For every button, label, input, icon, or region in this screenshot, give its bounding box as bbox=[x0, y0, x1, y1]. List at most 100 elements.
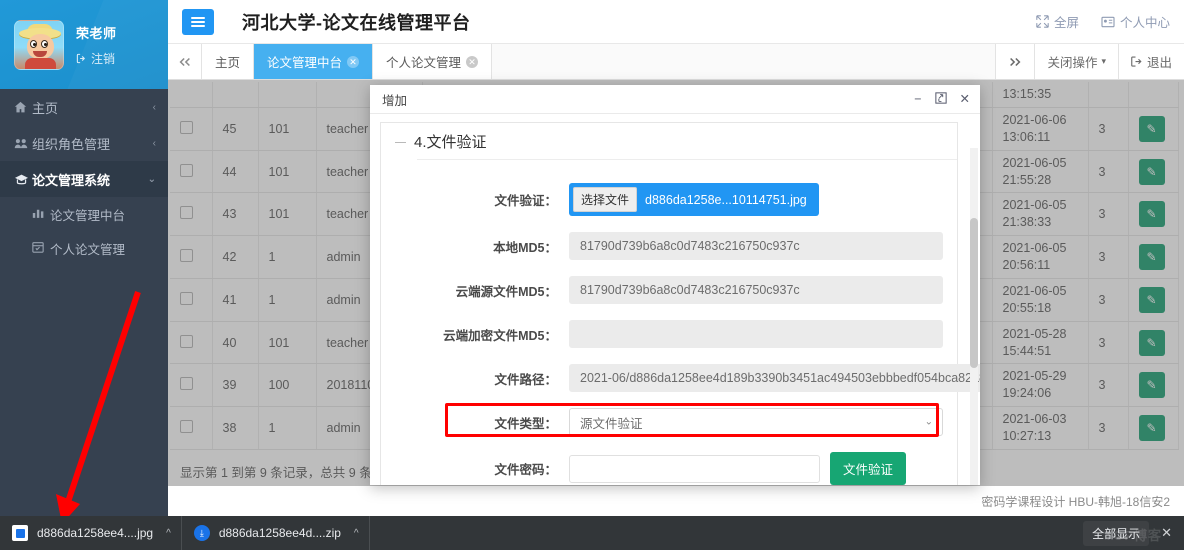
sidebar-item-org-role-label: 组织角色管理 bbox=[32, 136, 111, 152]
page-footer-text: 密码学课程设计 HBU-韩旭-18信安2 bbox=[981, 494, 1170, 509]
zip-download-icon: ⤓ bbox=[193, 525, 210, 541]
local-md5-field[interactable]: 81790d739b6a8c0d7483c216750c937c bbox=[569, 232, 943, 261]
verify-file-button[interactable]: 文件验证 bbox=[830, 452, 907, 485]
fullscreen-icon bbox=[1036, 15, 1049, 28]
header-actions: 全屏 个人中心 bbox=[1036, 12, 1170, 31]
download-item-jpg[interactable]: d886da1258ee4....jpg ^ bbox=[0, 516, 182, 550]
show-all-downloads-button[interactable]: 全部显示 bbox=[1083, 520, 1150, 546]
minimize-icon[interactable]: − bbox=[914, 93, 921, 106]
download-item-zip[interactable]: ⤓ d886da1258ee4d....zip ^ bbox=[182, 516, 370, 550]
profile-card-icon bbox=[1101, 16, 1115, 27]
image-file-icon bbox=[12, 525, 28, 541]
tab-scroll-prev-button[interactable] bbox=[168, 44, 202, 79]
tab-bar-actions: 关闭操作 ▾ 退出 bbox=[995, 44, 1184, 79]
page-title: 河北大学-论文在线管理平台 bbox=[242, 12, 471, 33]
file-password-label: 文件密码： bbox=[494, 463, 557, 478]
add-dialog: 增加 − ✕ 4.文件验证 文件验证： 选择文件 d886da1258e...1… bbox=[370, 85, 980, 485]
sidebar-item-home[interactable]: 主页 ‹ bbox=[0, 89, 168, 125]
calendar-icon bbox=[32, 241, 50, 256]
exit-label: 退出 bbox=[1146, 56, 1172, 70]
logout-button[interactable]: 注销 bbox=[76, 50, 117, 67]
sidebar-subitem-thesis-center[interactable]: 论文管理中台 bbox=[0, 197, 168, 231]
double-chevron-right-icon bbox=[1010, 57, 1021, 66]
chevron-down-icon: ⌄ bbox=[147, 173, 156, 185]
form-row-local-md5: 本地MD5： 81790d739b6a8c0d7483c216750c937c bbox=[381, 232, 957, 261]
sidebar: 荣老师 注销 主页 ‹ 组织角色管理 ‹ 论文管理系统 ⌄ 论文管理中台 个人论… bbox=[0, 0, 168, 516]
logout-icon bbox=[76, 53, 86, 63]
profile-center-button[interactable]: 个人中心 bbox=[1101, 12, 1170, 31]
panel-header[interactable]: 4.文件验证 bbox=[381, 123, 487, 161]
file-type-value: 源文件验证 bbox=[580, 416, 643, 431]
app-root: 荣老师 注销 主页 ‹ 组织角色管理 ‹ 论文管理系统 ⌄ 论文管理中台 个人论… bbox=[0, 0, 1184, 550]
cloud-source-md5-label: 云端源文件MD5： bbox=[455, 284, 557, 299]
panel-title-text: 4.文件验证 bbox=[414, 134, 487, 152]
fullscreen-button[interactable]: 全屏 bbox=[1036, 12, 1079, 31]
file-type-select[interactable]: 源文件验证 ⌄ bbox=[569, 408, 943, 437]
choose-file-button[interactable]: 选择文件 bbox=[573, 187, 638, 213]
exit-button[interactable]: 退出 bbox=[1117, 44, 1184, 79]
cloud-encrypted-md5-field[interactable] bbox=[569, 320, 943, 349]
dialog-scrollbar-thumb[interactable] bbox=[970, 218, 978, 369]
users-icon bbox=[14, 137, 32, 150]
form-row-file-verify: 文件验证： 选择文件 d886da1258e...10114751.jpg bbox=[381, 183, 957, 217]
double-chevron-left-icon bbox=[179, 57, 190, 66]
home-icon bbox=[14, 101, 32, 114]
chevron-left-icon: ‹ bbox=[152, 101, 156, 113]
profile-center-label: 个人中心 bbox=[1119, 16, 1170, 30]
page-footer: 密码学课程设计 HBU-韩旭-18信安2 bbox=[168, 486, 1184, 516]
tab-home[interactable]: 主页 bbox=[202, 44, 255, 79]
dialog-title: 增加 bbox=[382, 93, 408, 108]
form-row-file-type: 文件类型： 源文件验证 ⌄ bbox=[381, 408, 957, 437]
maximize-icon[interactable] bbox=[934, 92, 947, 107]
sidebar-subitem-thesis-center-label: 论文管理中台 bbox=[50, 208, 126, 223]
close-download-bar-button[interactable]: ✕ bbox=[1161, 525, 1172, 541]
sidebar-menu: 主页 ‹ 组织角色管理 ‹ 论文管理系统 ⌄ 论文管理中台 个人论文管理 bbox=[0, 89, 168, 265]
chevron-up-icon[interactable]: ^ bbox=[166, 528, 171, 539]
tab-thesis-center-label: 论文管理中台 bbox=[267, 56, 343, 70]
chart-icon bbox=[32, 207, 50, 222]
tab-personal-thesis-label: 个人论文管理 bbox=[386, 56, 462, 70]
form-row-cloud-enc-md5: 云端加密文件MD5： bbox=[381, 320, 957, 349]
sidebar-item-org-role[interactable]: 组织角色管理 ‹ bbox=[0, 125, 168, 161]
download-bar-actions: 全部显示 ✕ bbox=[1083, 520, 1184, 546]
file-path-field[interactable]: 2021-06/d886da1258ee4d189b3390b3451ac494… bbox=[569, 364, 980, 393]
tab-bar: 主页 论文管理中台 ✕ 个人论文管理 ✕ 关闭操作 ▾ 退出 bbox=[168, 44, 1184, 80]
chevron-down-icon: ⌄ bbox=[924, 416, 933, 428]
sidebar-item-thesis-system-label: 论文管理系统 bbox=[32, 172, 111, 188]
tab-close-icon[interactable]: ✕ bbox=[466, 55, 479, 68]
avatar bbox=[14, 19, 64, 70]
file-verification-panel: 4.文件验证 文件验证： 选择文件 d886da1258e...10114751… bbox=[380, 122, 980, 485]
file-password-input[interactable] bbox=[569, 454, 820, 483]
selected-filename: d886da1258e...10114751.jpg bbox=[645, 192, 807, 207]
file-path-label: 文件路径： bbox=[494, 372, 557, 387]
dialog-scrollbar[interactable] bbox=[970, 148, 978, 485]
exit-icon bbox=[1131, 56, 1142, 67]
tab-thesis-center[interactable]: 论文管理中台 ✕ bbox=[254, 44, 374, 79]
graduation-cap-icon bbox=[14, 173, 32, 186]
local-md5-label: 本地MD5： bbox=[493, 240, 557, 255]
tab-personal-thesis[interactable]: 个人论文管理 ✕ bbox=[373, 44, 493, 79]
close-operations-dropdown[interactable]: 关闭操作 ▾ bbox=[1034, 44, 1118, 79]
download-item-jpg-label: d886da1258ee4....jpg bbox=[37, 526, 154, 540]
tab-scroll-next-button[interactable] bbox=[995, 44, 1034, 79]
sidebar-subitem-personal-thesis[interactable]: 个人论文管理 bbox=[0, 231, 168, 265]
tab-close-icon[interactable]: ✕ bbox=[347, 55, 360, 68]
close-operations-label: 关闭操作 bbox=[1047, 56, 1098, 70]
chevron-down-icon: ▾ bbox=[1101, 56, 1106, 66]
top-header: 河北大学-论文在线管理平台 全屏 个人中心 bbox=[168, 0, 1184, 44]
hamburger-icon bbox=[191, 15, 205, 29]
sidebar-user-panel: 荣老师 注销 bbox=[0, 0, 168, 89]
chevron-up-icon[interactable]: ^ bbox=[354, 528, 359, 539]
file-upload-control[interactable]: 选择文件 d886da1258e...10114751.jpg bbox=[569, 183, 819, 217]
menu-toggle-button[interactable] bbox=[182, 8, 214, 35]
verification-form: 文件验证： 选择文件 d886da1258e...10114751.jpg 本地… bbox=[381, 169, 980, 485]
user-name: 荣老师 bbox=[76, 25, 117, 41]
sidebar-item-thesis-system[interactable]: 论文管理系统 ⌄ bbox=[0, 161, 168, 197]
sidebar-subitem-personal-thesis-label: 个人论文管理 bbox=[50, 242, 126, 257]
download-item-zip-label: d886da1258ee4d....zip bbox=[218, 526, 341, 540]
sidebar-item-home-label: 主页 bbox=[32, 100, 59, 116]
cloud-source-md5-field[interactable]: 81790d739b6a8c0d7483c216750c937c bbox=[569, 276, 943, 305]
close-icon[interactable]: ✕ bbox=[960, 93, 970, 106]
collapse-icon[interactable] bbox=[395, 141, 406, 143]
dialog-title-bar: 增加 − ✕ bbox=[370, 85, 980, 115]
